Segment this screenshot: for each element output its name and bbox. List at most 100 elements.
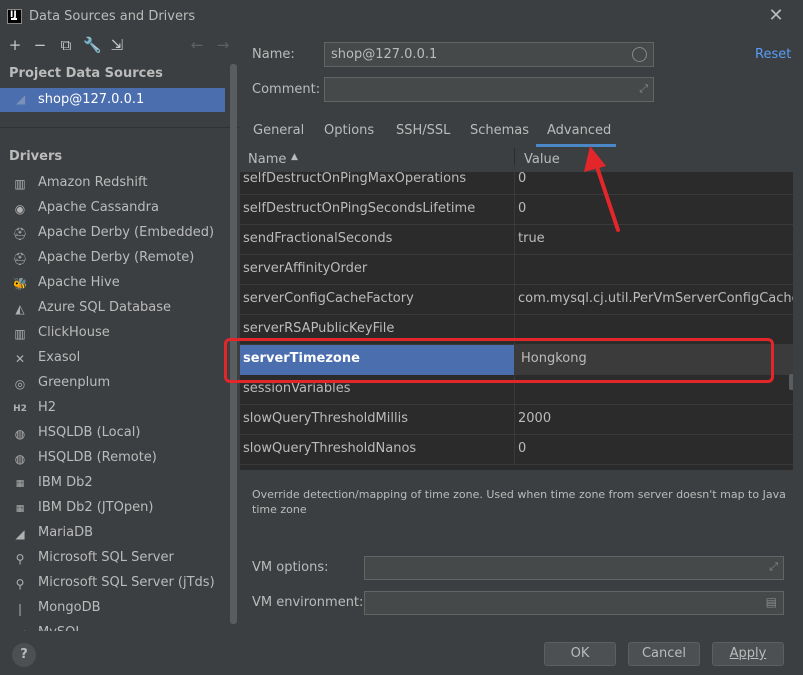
tab-general[interactable]: General — [253, 123, 304, 138]
add-icon[interactable]: + — [6, 36, 24, 54]
table-row[interactable]: selfDestructOnPingMaxOperations 0 — [240, 165, 793, 195]
cancel-button[interactable]: Cancel — [628, 642, 700, 666]
driver-icon: ◍ — [14, 427, 26, 441]
driver-item[interactable]: ⚲ Microsoft SQL Server — [0, 546, 225, 571]
property-name: serverAffinityOrder — [243, 261, 368, 276]
driver-item[interactable]: ⛑ Apache Derby (Embedded) — [0, 221, 225, 246]
driver-item[interactable]: ⚲ Microsoft SQL Server (jTds) — [0, 571, 225, 596]
property-value[interactable]: true — [518, 231, 545, 246]
table-scrollbar[interactable] — [789, 374, 793, 390]
driver-label: Microsoft SQL Server (jTds) — [38, 575, 215, 590]
driver-icon: ◍ — [14, 452, 26, 466]
driver-item[interactable]: ◍ HSQLDB (Local) — [0, 421, 225, 446]
driver-item[interactable]: H2 H2 — [0, 396, 225, 421]
vm-environment-field[interactable]: ▤ — [364, 591, 784, 615]
driver-icon: ▦ — [15, 479, 25, 489]
driver-icon: 🐝 — [12, 277, 28, 291]
property-value[interactable]: 0 — [518, 201, 526, 216]
driver-label: MariaDB — [38, 525, 94, 540]
table-row[interactable]: slowQueryThresholdNanos 0 — [240, 435, 793, 465]
driver-icon: ▥ — [14, 177, 26, 191]
tab-schemas[interactable]: Schemas — [470, 123, 529, 138]
mysql-icon: ◢ — [16, 92, 26, 106]
driver-label: Apache Derby (Embedded) — [38, 225, 215, 240]
vm-options-label: VM options: — [252, 560, 329, 575]
property-value[interactable]: com.mysql.cj.util.PerVmServerConfigCache… — [518, 291, 793, 306]
driver-icon: ▥ — [14, 327, 26, 341]
expand-icon[interactable]: ⤢ — [769, 560, 778, 574]
forward-arrow-icon[interactable]: → — [214, 36, 232, 54]
intellij-logo-icon: IJ — [7, 9, 22, 24]
table-row[interactable]: serverAffinityOrder — [240, 255, 793, 285]
document-icon[interactable]: ▤ — [766, 595, 777, 609]
driver-item[interactable]: ◎ Greenplum — [0, 371, 225, 396]
driver-icon: ⛑ — [12, 227, 28, 241]
table-row[interactable]: sendFractionalSeconds true — [240, 225, 793, 255]
table-row[interactable]: selfDestructOnPingSecondsLifetime 0 — [240, 195, 793, 225]
driver-item[interactable]: ◍ HSQLDB (Remote) — [0, 446, 225, 471]
property-name: selfDestructOnPingSecondsLifetime — [243, 201, 476, 216]
active-tab-indicator — [536, 144, 616, 147]
driver-item[interactable]: ▦ IBM Db2 — [0, 471, 225, 496]
ok-button[interactable]: OK — [544, 642, 616, 666]
property-value[interactable]: 2000 — [518, 411, 551, 426]
driver-item[interactable]: ✕ Exasol — [0, 346, 225, 371]
data-source-item[interactable]: ◢ shop@127.0.0.1 — [0, 88, 225, 112]
driver-item[interactable]: ▦ IBM Db2 (JTOpen) — [0, 496, 225, 521]
vm-options-field[interactable]: ⤢ — [364, 556, 784, 580]
wrench-icon[interactable]: 🔧 — [83, 36, 102, 54]
back-arrow-icon[interactable]: ← — [188, 36, 206, 54]
driver-label: Greenplum — [38, 375, 111, 390]
remove-icon[interactable]: − — [31, 36, 49, 54]
driver-label: IBM Db2 (JTOpen) — [38, 500, 154, 515]
driver-label: MongoDB — [38, 600, 101, 615]
property-value[interactable]: 0 — [518, 171, 526, 186]
driver-icon: ◭ — [15, 302, 25, 316]
driver-icon: H2 — [13, 404, 27, 414]
properties-table: Name ▲ Value selfDestructOnPingMaxOperat… — [240, 148, 793, 470]
property-description: Override detection/mapping of time zone.… — [252, 488, 786, 516]
tab-ssh-ssl[interactable]: SSH/SSL — [396, 123, 450, 138]
name-field[interactable]: shop@127.0.0.1 — [324, 42, 654, 67]
duplicate-icon[interactable]: ⧉ — [57, 36, 75, 54]
drivers-title: Drivers — [9, 149, 63, 164]
table-row[interactable]: slowQueryThresholdMillis 2000 — [240, 405, 793, 435]
property-name: serverRSAPublicKeyFile — [243, 321, 395, 336]
expand-icon[interactable]: ⤢ — [639, 82, 648, 96]
tab-options[interactable]: Options — [324, 123, 374, 138]
driver-item[interactable]: ▥ ClickHouse — [0, 321, 225, 346]
driver-item[interactable]: ◢MySQL — [0, 621, 225, 631]
driver-item[interactable]: ◭ Azure SQL Database — [0, 296, 225, 321]
column-separator — [514, 225, 515, 255]
table-row[interactable]: serverConfigCacheFactory com.mysql.cj.uti… — [240, 285, 793, 315]
comment-field[interactable]: ⤢ — [324, 77, 654, 102]
apply-button[interactable]: Apply — [712, 642, 784, 666]
reset-link[interactable]: Reset — [755, 47, 791, 62]
driver-item[interactable]: ❘ MongoDB — [0, 596, 225, 621]
driver-label: Exasol — [38, 350, 81, 365]
close-icon[interactable]: ✕ — [767, 6, 785, 26]
comment-label: Comment: — [252, 82, 321, 97]
name-label: Name: — [252, 47, 295, 62]
driver-item[interactable]: ◢ MariaDB — [0, 521, 225, 546]
left-panel: + − ⧉ 🔧 ⇲ ← → Project Data Sources ◢ sho… — [0, 34, 239, 631]
driver-label: HSQLDB (Local) — [38, 425, 141, 440]
import-icon[interactable]: ⇲ — [108, 36, 126, 54]
property-name: serverConfigCacheFactory — [243, 291, 414, 306]
driver-label: Microsoft SQL Server — [38, 550, 174, 565]
property-name: sendFractionalSeconds — [243, 231, 393, 246]
help-button[interactable]: ? — [12, 643, 36, 667]
property-value[interactable]: 0 — [518, 441, 526, 456]
driver-item[interactable]: ▥ Amazon Redshift — [0, 171, 225, 196]
driver-item[interactable]: ◉ Apache Cassandra — [0, 196, 225, 221]
name-value: shop@127.0.0.1 — [331, 47, 438, 62]
driver-label: Apache Hive — [38, 275, 120, 290]
tab-advanced[interactable]: Advanced — [547, 123, 611, 138]
driver-label: Apache Derby (Remote) — [38, 250, 195, 265]
column-separator — [514, 285, 515, 315]
driver-icon: ◉ — [14, 202, 26, 216]
driver-item[interactable]: 🐝 Apache Hive — [0, 271, 225, 296]
vm-environment-label: VM environment: — [252, 595, 364, 610]
driver-item[interactable]: ⛑ Apache Derby (Remote) — [0, 246, 225, 271]
driver-icon: ◎ — [14, 377, 26, 391]
